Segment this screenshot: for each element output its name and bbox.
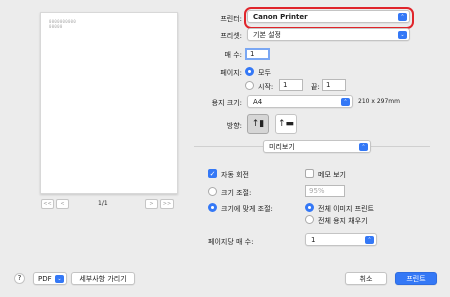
scale-label: 크기 조절: [221,189,252,197]
preset-select[interactable]: 기본 설정 ⌄ [247,28,410,41]
portrait-button[interactable]: ↑▮ [247,114,269,134]
section-select[interactable]: 미리보기 ⌃ [263,140,371,153]
chevron-updown-icon: ⌃ [359,143,368,151]
fit-print-entire-label: 전체 이미지 프린트 [318,205,374,213]
per-page-select[interactable]: 1 ⌃ [305,233,377,246]
printer-label: 프린터: [220,15,242,23]
first-page-button[interactable]: << [41,199,54,209]
per-page-label: 페이지당 매 수: [208,238,254,246]
orientation-label: 방향: [226,122,242,130]
show-notes-label: 메모 보기 [318,171,346,179]
page-indicator: 1/1 [98,200,108,207]
page-preview: 0000000000 00000 [40,12,178,194]
chevron-down-icon: ⌄ [55,275,64,283]
fit-radio[interactable] [208,203,217,212]
next-page-button[interactable]: > [145,199,158,209]
printer-select[interactable]: Canon Printer ⌃ [247,10,410,23]
preview-text: 0000000000 00000 [49,19,77,29]
help-button[interactable]: ? [14,273,25,284]
fit-print-entire-radio[interactable] [305,203,314,212]
pages-from-input[interactable]: 1 [279,79,303,91]
cancel-button[interactable]: 취소 [345,272,387,285]
fit-label: 크기에 맞게 조절: [221,205,273,213]
landscape-icon: ↑▬ [277,119,295,129]
show-notes-checkbox[interactable] [305,169,314,178]
print-button[interactable]: 프린트 [395,272,437,285]
paper-dimensions: 210 x 297mm [358,98,400,105]
pages-to-label: 끝: [311,83,320,91]
pages-label: 페이지: [220,69,242,77]
last-page-button[interactable]: >> [160,199,174,209]
scale-radio[interactable] [208,187,217,196]
chevron-updown-icon: ⌃ [341,98,350,106]
previous-page-button[interactable]: < [56,199,69,209]
pdf-menu-button[interactable]: PDF ⌄ [33,272,67,285]
pages-from-label: 시작: [258,83,274,91]
chevron-down-icon: ⌄ [398,31,407,39]
pages-to-input[interactable]: 1 [322,79,346,91]
hide-details-button[interactable]: 세부사항 가리기 [71,272,135,285]
copies-input[interactable]: 1 [245,48,270,60]
pages-all-label: 모두 [258,69,271,77]
paper-size-select[interactable]: A4 ⌃ [247,95,353,108]
chevron-updown-icon: ⌃ [365,236,374,244]
auto-rotate-label: 자동 회전 [221,171,249,179]
portrait-icon: ↑▮ [251,119,265,129]
auto-rotate-checkbox[interactable]: ✓ [208,169,217,178]
chevron-updown-icon: ⌃ [398,13,407,21]
fit-fill-paper-radio[interactable] [305,215,314,224]
pages-all-radio[interactable] [245,67,254,76]
scale-input[interactable]: 95% [305,185,345,197]
preset-label: 프리셋: [220,32,242,40]
landscape-button[interactable]: ↑▬ [275,114,297,134]
fit-fill-paper-label: 전체 용지 채우기 [318,217,368,225]
pages-range-radio[interactable] [245,81,254,90]
copies-label: 매 수: [224,51,242,59]
paper-size-label: 용지 크기: [211,99,242,107]
